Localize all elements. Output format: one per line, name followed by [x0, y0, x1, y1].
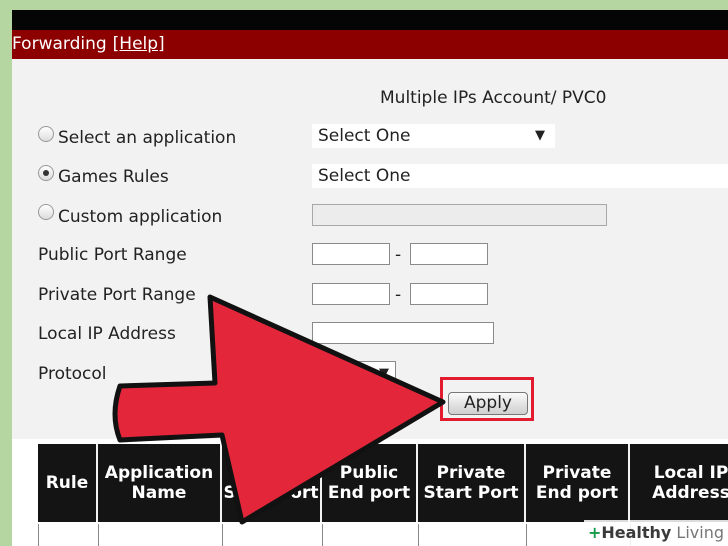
apply-button[interactable]: Apply	[448, 392, 528, 415]
watermark-suffix: Living	[671, 523, 724, 542]
forwarding-form-panel: Multiple IPs Account/ PVC0 Select an app…	[12, 59, 728, 439]
radio-select-application[interactable]	[38, 126, 54, 142]
public-range-separator: -	[395, 245, 402, 265]
application-select[interactable]: Select One ▼	[312, 124, 555, 148]
application-select-value: Select One	[318, 126, 411, 146]
games-rules-select[interactable]: Select One	[312, 164, 728, 188]
table-cell	[222, 524, 322, 546]
local-ip-label: Local IP Address	[38, 324, 176, 344]
dropdown-arrow-icon: ▼	[379, 366, 389, 381]
table-header-application-name: Application Name	[98, 444, 222, 522]
public-port-range-label: Public Port Range	[38, 245, 187, 265]
games-rules-select-value: Select One	[318, 166, 411, 186]
top-black-bar	[12, 10, 728, 30]
router-config-window: Forwarding [Help] Multiple IPs Account/ P…	[12, 10, 728, 546]
table-header-local-ip-address: Local IP Address	[630, 444, 728, 522]
private-port-range-label: Private Port Range	[38, 285, 196, 305]
public-port-end-input[interactable]	[410, 243, 488, 265]
protocol-select[interactable]: ▼	[312, 361, 396, 385]
local-ip-input[interactable]	[312, 322, 494, 344]
table-header-private-end-port: Private End port	[526, 444, 630, 522]
dropdown-arrow-icon: ▼	[535, 128, 545, 143]
table-cell	[38, 524, 98, 546]
table-cell	[418, 524, 526, 546]
radio-games-rules-label: Games Rules	[58, 167, 169, 187]
custom-application-field	[312, 204, 607, 226]
table-header-public-end-port: Public End port	[322, 444, 418, 522]
table-cell	[322, 524, 418, 546]
healthy-living-logo-icon: +	[587, 523, 602, 542]
healthy-living-watermark: +Healthy Living	[583, 520, 728, 546]
help-link[interactable]: [Help]	[113, 34, 165, 54]
table-header-rule: Rule	[38, 444, 98, 522]
radio-custom-application-label: Custom application	[58, 207, 223, 227]
private-port-end-input[interactable]	[410, 283, 488, 305]
public-port-start-input[interactable]	[312, 243, 390, 265]
table-header-public-start-port: Public Start Port	[222, 444, 322, 522]
private-port-start-input[interactable]	[312, 283, 390, 305]
table-cell	[98, 524, 222, 546]
protocol-label: Protocol	[38, 364, 107, 384]
radio-custom-application[interactable]	[38, 204, 54, 220]
table-header-private-start-port: Private Start Port	[418, 444, 526, 522]
page-title-bar: Forwarding [Help]	[12, 30, 728, 59]
radio-select-application-label: Select an application	[58, 128, 237, 148]
page-title: Forwarding	[12, 34, 107, 54]
watermark-brand: Healthy	[601, 523, 672, 542]
radio-games-rules[interactable]	[38, 165, 54, 181]
account-label: Multiple IPs Account/ PVC0	[380, 88, 607, 108]
private-range-separator: -	[395, 285, 402, 305]
